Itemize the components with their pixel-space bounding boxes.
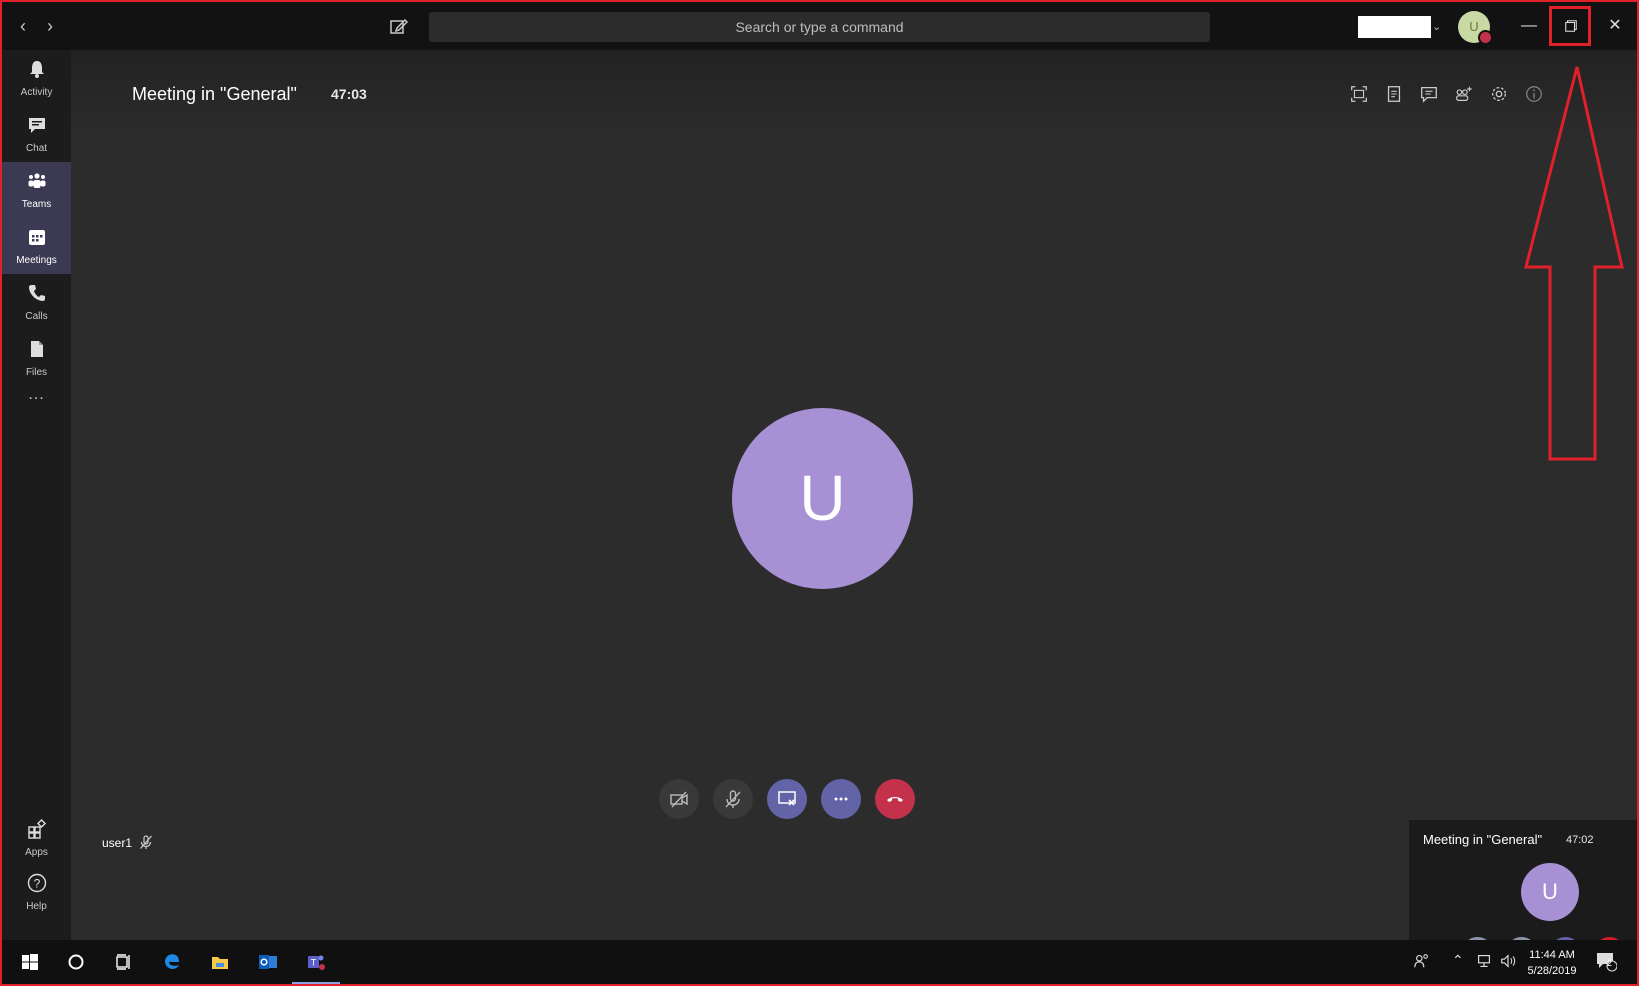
volume-icon[interactable]: [1499, 952, 1517, 973]
action-center-icon[interactable]: 2: [1595, 950, 1618, 975]
rail-item-files[interactable]: Files: [2, 330, 71, 386]
mini-meeting-timer: 47:02: [1566, 834, 1594, 846]
presence-badge: [1478, 30, 1493, 45]
participants-icon[interactable]: [1454, 84, 1476, 106]
forward-icon[interactable]: ›: [38, 14, 62, 38]
cortana-button[interactable]: [52, 940, 100, 984]
gear-icon[interactable]: [1489, 84, 1511, 106]
rail-item-more[interactable]: ...: [2, 380, 71, 416]
taskbar-clock[interactable]: 11:44 AM 5/28/2019: [1522, 947, 1582, 979]
info-icon[interactable]: [1524, 84, 1546, 106]
start-button[interactable]: [6, 940, 54, 984]
app-rail: Activity Chat Teams Meetings Calls Files…: [2, 50, 71, 940]
hang-up-button[interactable]: [875, 779, 915, 819]
help-icon: ?: [2, 873, 71, 897]
edge-icon: [165, 954, 179, 969]
participant-name: user1: [102, 836, 133, 850]
fullscreen-icon[interactable]: [1349, 84, 1371, 106]
folder-icon: [212, 957, 228, 969]
apps-icon: [2, 818, 71, 843]
people-icon[interactable]: [1413, 952, 1431, 973]
mic-off-icon: [725, 790, 741, 808]
chat-icon[interactable]: [1419, 84, 1441, 106]
task-view-icon: [116, 954, 130, 970]
more-icon: ...: [28, 386, 45, 403]
notification-count: 2: [1607, 958, 1613, 968]
mic-toggle-button[interactable]: [713, 779, 753, 819]
windows-taskbar: T ⌃ 11:44 AM 5/28/2019 2: [2, 940, 1637, 984]
mic-off-icon: [138, 834, 154, 850]
edge-app[interactable]: [148, 940, 196, 984]
cortana-icon: [68, 954, 84, 970]
rail-item-calls[interactable]: Calls: [2, 274, 71, 330]
rail-item-teams[interactable]: Teams: [2, 162, 71, 218]
teams-window: ‹ › Search or type a command ⌄ U — ✕ Act…: [0, 0, 1639, 986]
back-icon[interactable]: ‹: [11, 14, 35, 38]
outlook-app[interactable]: [244, 940, 292, 984]
svg-text:T: T: [311, 958, 317, 968]
org-switcher[interactable]: [1358, 16, 1431, 38]
phone-icon: [2, 283, 71, 307]
meeting-stage: Meeting in "General" 47:03 U user1 Meeti…: [71, 50, 1637, 979]
participant-avatar: U: [732, 408, 913, 589]
meeting-timer: 47:03: [331, 86, 367, 102]
camera-off-icon: [670, 791, 688, 808]
stop-share-icon: [778, 791, 796, 806]
more-actions-button[interactable]: [821, 779, 861, 819]
bell-icon: [2, 59, 71, 83]
more-icon: [834, 797, 848, 801]
hang-up-icon: [887, 797, 903, 802]
task-view-button[interactable]: [100, 940, 148, 984]
calendar-icon: [2, 227, 71, 251]
stop-share-button[interactable]: [767, 779, 807, 819]
rail-item-activity[interactable]: Activity: [2, 50, 71, 106]
search-input[interactable]: Search or type a command: [429, 12, 1210, 42]
outlook-icon: [259, 955, 277, 969]
notes-icon[interactable]: [1384, 84, 1406, 106]
rail-item-chat[interactable]: Chat: [2, 106, 71, 162]
teams-icon: [2, 171, 71, 195]
minimize-button[interactable]: —: [1509, 10, 1549, 42]
rail-item-help[interactable]: ? Help: [2, 864, 71, 920]
svg-text:?: ?: [33, 877, 40, 891]
file-icon: [2, 339, 71, 363]
meeting-title: Meeting in "General": [132, 84, 297, 104]
compose-icon[interactable]: [388, 15, 410, 37]
chat-icon: [2, 115, 71, 139]
clock-date: 5/28/2019: [1527, 965, 1577, 977]
file-explorer-app[interactable]: [196, 940, 244, 984]
network-icon[interactable]: [1475, 952, 1493, 973]
close-button[interactable]: ✕: [1595, 10, 1635, 42]
chevron-down-icon[interactable]: ⌄: [1432, 16, 1441, 38]
mini-meeting-title: Meeting in "General": [1423, 832, 1543, 847]
clock-time: 11:44 AM: [1529, 949, 1575, 961]
rail-item-apps[interactable]: Apps: [2, 810, 71, 866]
teams-logo-icon: T: [308, 955, 325, 970]
mini-avatar: U: [1521, 863, 1579, 921]
windows-logo-icon: [22, 954, 38, 970]
restore-highlight-box: [1549, 6, 1591, 46]
teams-app[interactable]: T: [292, 940, 340, 984]
chevron-up-icon[interactable]: ⌃: [1452, 952, 1464, 969]
rail-item-meetings[interactable]: Meetings: [2, 218, 71, 274]
camera-toggle-button[interactable]: [659, 779, 699, 819]
title-bar: ‹ › Search or type a command ⌄ U — ✕: [2, 2, 1637, 50]
